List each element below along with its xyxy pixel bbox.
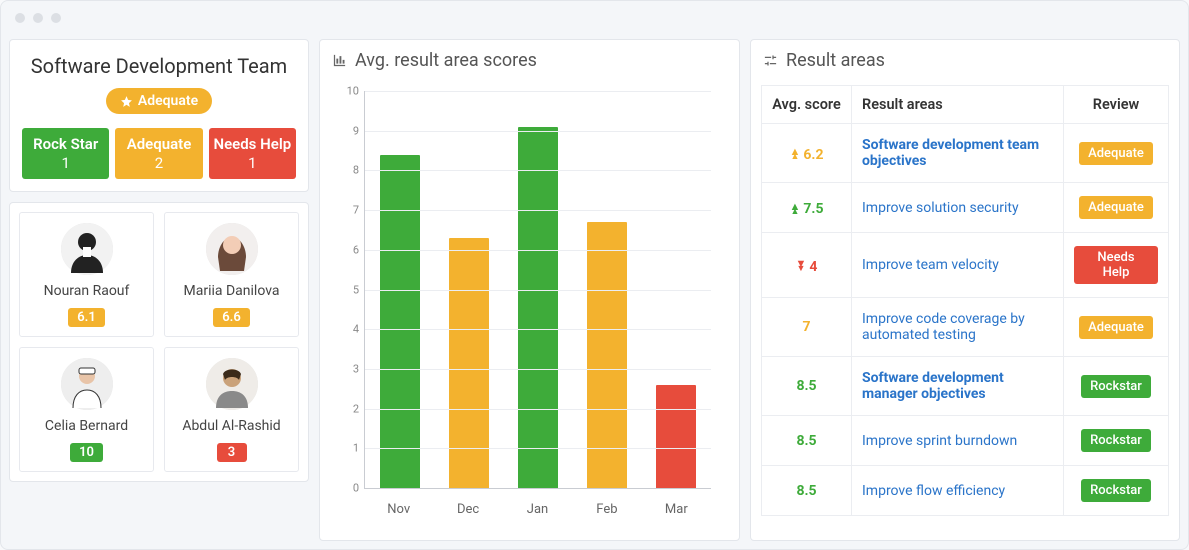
avatar [206,223,258,275]
y-tick-label: 7 [337,204,359,217]
x-tick-label: Nov [364,502,433,517]
stat-label: Rock Star [26,135,105,154]
y-tick-label: 2 [337,402,359,415]
sliders-icon [763,53,778,68]
result-area-link[interactable]: Software development team objectives [862,137,1039,169]
review-tag[interactable]: Rockstar [1081,375,1151,398]
avg-scores-panel: Avg. result area scores 012345678910 Nov… [319,39,740,541]
result-area-row: 7 Improve code coverage by automated test… [762,298,1169,357]
trend-up-icon: ▲▲ [789,204,800,215]
avg-score: ▲▲6.2 [789,147,823,163]
result-area-link[interactable]: Improve code coverage by automated testi… [862,311,1025,343]
member-card[interactable]: Mariia Danilova 6.6 [164,212,299,337]
result-area-link[interactable]: Software development manager objectives [862,370,1004,402]
avg-score: ▼▼4 [796,259,818,275]
browser-chrome: Software Development Team Adequate Rock … [0,0,1189,550]
member-score-badge: 6.1 [68,308,105,327]
stat-label: Needs Help [213,135,292,154]
y-tick-label: 3 [337,362,359,375]
result-area-row: ▲▲7.5 Improve solution security Adequate [762,183,1169,233]
result-area-row: 8.5 Software development manager objectiv… [762,357,1169,416]
x-tick-label: Feb [572,502,641,517]
bar-jan[interactable] [518,127,558,488]
avg-score: 8.5 [796,433,816,449]
avatar [61,358,113,410]
result-area-row: ▲▲6.2 Software development team objective… [762,124,1169,183]
stat-label: Adequate [119,135,198,154]
review-tag[interactable]: Rockstar [1081,429,1151,452]
member-name: Abdul Al-Rashid [171,418,292,434]
avg-score: 8.5 [796,483,816,499]
member-name: Nouran Raouf [26,283,147,299]
stat-needs-help[interactable]: Needs Help1 [209,128,296,179]
team-status-pill[interactable]: Adequate [106,88,212,114]
col-review: Review [1064,86,1169,124]
member-score-badge: 6.6 [213,308,250,327]
stat-rock-star[interactable]: Rock Star1 [22,128,109,179]
team-status-label: Adequate [138,93,198,109]
avg-score: 8.5 [796,378,816,394]
review-tag[interactable]: Adequate [1079,196,1153,219]
team-title: Software Development Team [22,54,296,78]
stat-count: 2 [119,154,198,173]
y-tick-label: 0 [337,482,359,495]
trend-down-icon: ▼▼ [796,261,807,272]
review-tag[interactable]: Rockstar [1081,479,1151,502]
bar-nov[interactable] [380,155,420,488]
member-score-badge: 10 [70,443,103,462]
member-card[interactable]: Nouran Raouf 6.1 [19,212,154,337]
star-icon [120,95,133,108]
review-tag[interactable]: Needs Help [1074,246,1158,284]
member-name: Celia Bernard [26,418,147,434]
y-tick-label: 6 [337,243,359,256]
member-name: Mariia Danilova [171,283,292,299]
y-tick-label: 9 [337,124,359,137]
avatar [61,223,113,275]
window-controls [15,13,61,23]
x-tick-label: Jan [503,502,572,517]
trend-up-icon: ▲▲ [789,149,800,160]
panel-title: Avg. result area scores [355,50,537,71]
review-tag[interactable]: Adequate [1079,316,1153,339]
member-score-badge: 3 [217,443,247,462]
bar-mar[interactable] [656,385,696,488]
bar-chart: 012345678910 NovDecJanFebMar [364,83,723,521]
result-area-link[interactable]: Improve flow efficiency [862,483,1005,499]
y-tick-label: 8 [337,164,359,177]
result-area-row: 8.5 Improve flow efficiency Rockstar [762,466,1169,516]
col-avg-score: Avg. score [762,86,852,124]
avatar [206,358,258,410]
avg-score: ▲▲7.5 [789,201,823,217]
y-tick-label: 1 [337,442,359,455]
result-areas-panel: Result areas Avg. score Result areas Rev… [750,39,1180,541]
member-card[interactable]: Celia Bernard 10 [19,347,154,472]
stat-adequate[interactable]: Adequate2 [115,128,202,179]
members-grid: Nouran Raouf 6.1 Mariia Danilova 6.6 Celia B… [9,202,309,482]
x-tick-label: Dec [433,502,502,517]
result-areas-table: Avg. score Result areas Review ▲▲6.2 Soft… [761,85,1169,516]
x-tick-label: Mar [642,502,711,517]
y-tick-label: 4 [337,323,359,336]
panel-title: Result areas [786,50,885,71]
stat-count: 1 [213,154,292,173]
bar-chart-icon [332,53,347,68]
avg-score: 7 [802,319,810,335]
result-area-row: ▼▼4 Improve team velocity Needs Help [762,233,1169,298]
result-area-link[interactable]: Improve sprint burndown [862,433,1017,449]
result-area-link[interactable]: Improve solution security [862,200,1019,216]
bar-dec[interactable] [449,238,489,488]
y-tick-label: 5 [337,283,359,296]
result-area-link[interactable]: Improve team velocity [862,257,999,273]
col-result-areas: Result areas [852,86,1064,124]
team-summary-card: Software Development Team Adequate Rock … [9,39,309,192]
y-tick-label: 10 [337,85,359,98]
result-area-row: 8.5 Improve sprint burndown Rockstar [762,416,1169,466]
stat-count: 1 [26,154,105,173]
member-card[interactable]: Abdul Al-Rashid 3 [164,347,299,472]
review-tag[interactable]: Adequate [1079,142,1153,165]
